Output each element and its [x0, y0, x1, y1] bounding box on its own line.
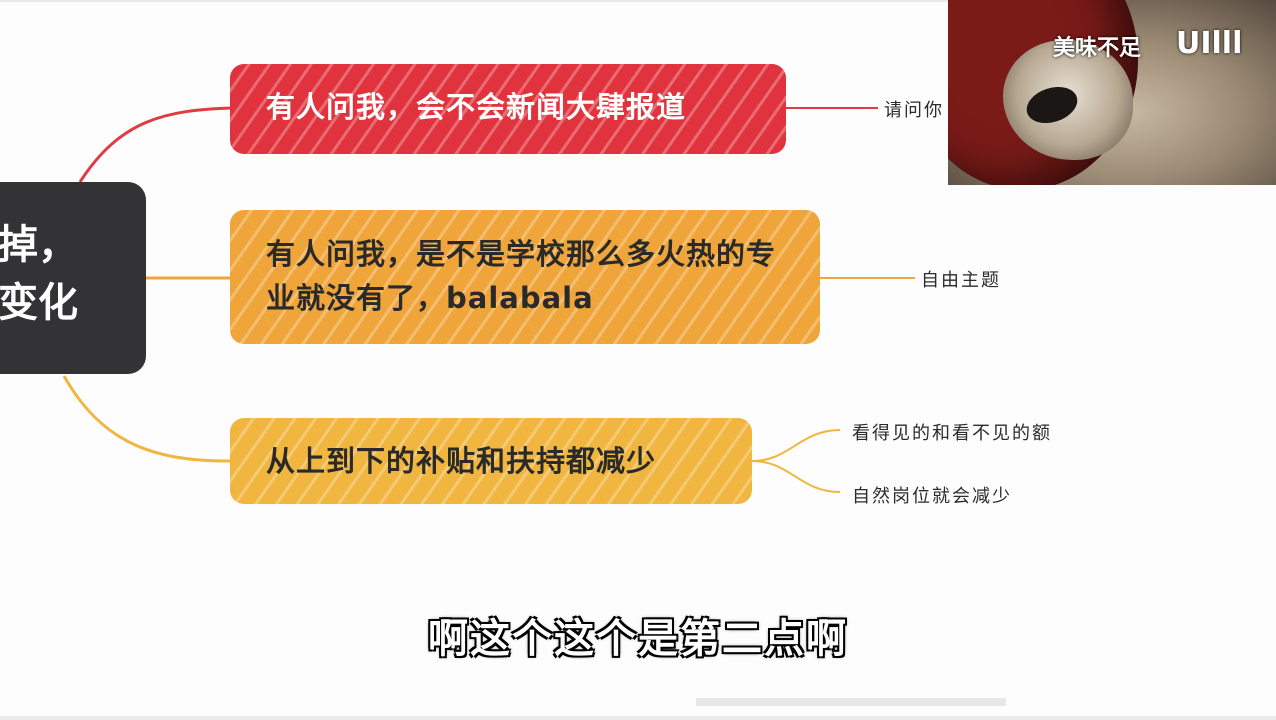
leaf-node[interactable]: 自由主题	[921, 266, 1001, 292]
bottom-border	[0, 716, 1276, 720]
video-subtitle: 啊这个这个是第二点啊	[428, 616, 848, 662]
central-topic-line-1: 掉，	[0, 222, 78, 268]
branch-node-popular-majors[interactable]: 有人问我，是不是学校那么多火热的专业就没有了，balabala	[230, 210, 820, 344]
leaf-node[interactable]: 自然岗位就会减少	[852, 482, 1012, 508]
webcam-logo: UIlll	[1176, 26, 1243, 61]
leaf-node[interactable]: 请问你	[884, 96, 944, 122]
connector-leaf-3a	[751, 429, 841, 462]
connector-leaf-3b	[751, 460, 841, 493]
central-topic-node[interactable]: 掉， 变化	[0, 182, 146, 374]
branch-node-label: 有人问我，会不会新闻大肆报道	[266, 90, 687, 124]
webcam-caption: 美味不足	[1053, 36, 1142, 61]
connector-branch-1	[78, 106, 233, 183]
webcam-overlay: 美味不足 UIlll	[948, 0, 1276, 185]
branch-node-subsidies[interactable]: 从上到下的补贴和扶持都减少	[230, 418, 752, 504]
branch-node-label: 从上到下的补贴和扶持都减少	[266, 444, 657, 478]
leaf-node[interactable]: 看得见的和看不见的额	[852, 419, 1052, 445]
central-topic-line-2: 变化	[0, 280, 78, 326]
branch-node-news-coverage[interactable]: 有人问我，会不会新闻大肆报道	[230, 64, 786, 154]
connector-branch-3	[62, 375, 233, 463]
branch-node-label: 有人问我，是不是学校那么多火热的专业就没有了，balabala	[266, 237, 777, 315]
bottom-progress-strip	[696, 698, 1006, 706]
